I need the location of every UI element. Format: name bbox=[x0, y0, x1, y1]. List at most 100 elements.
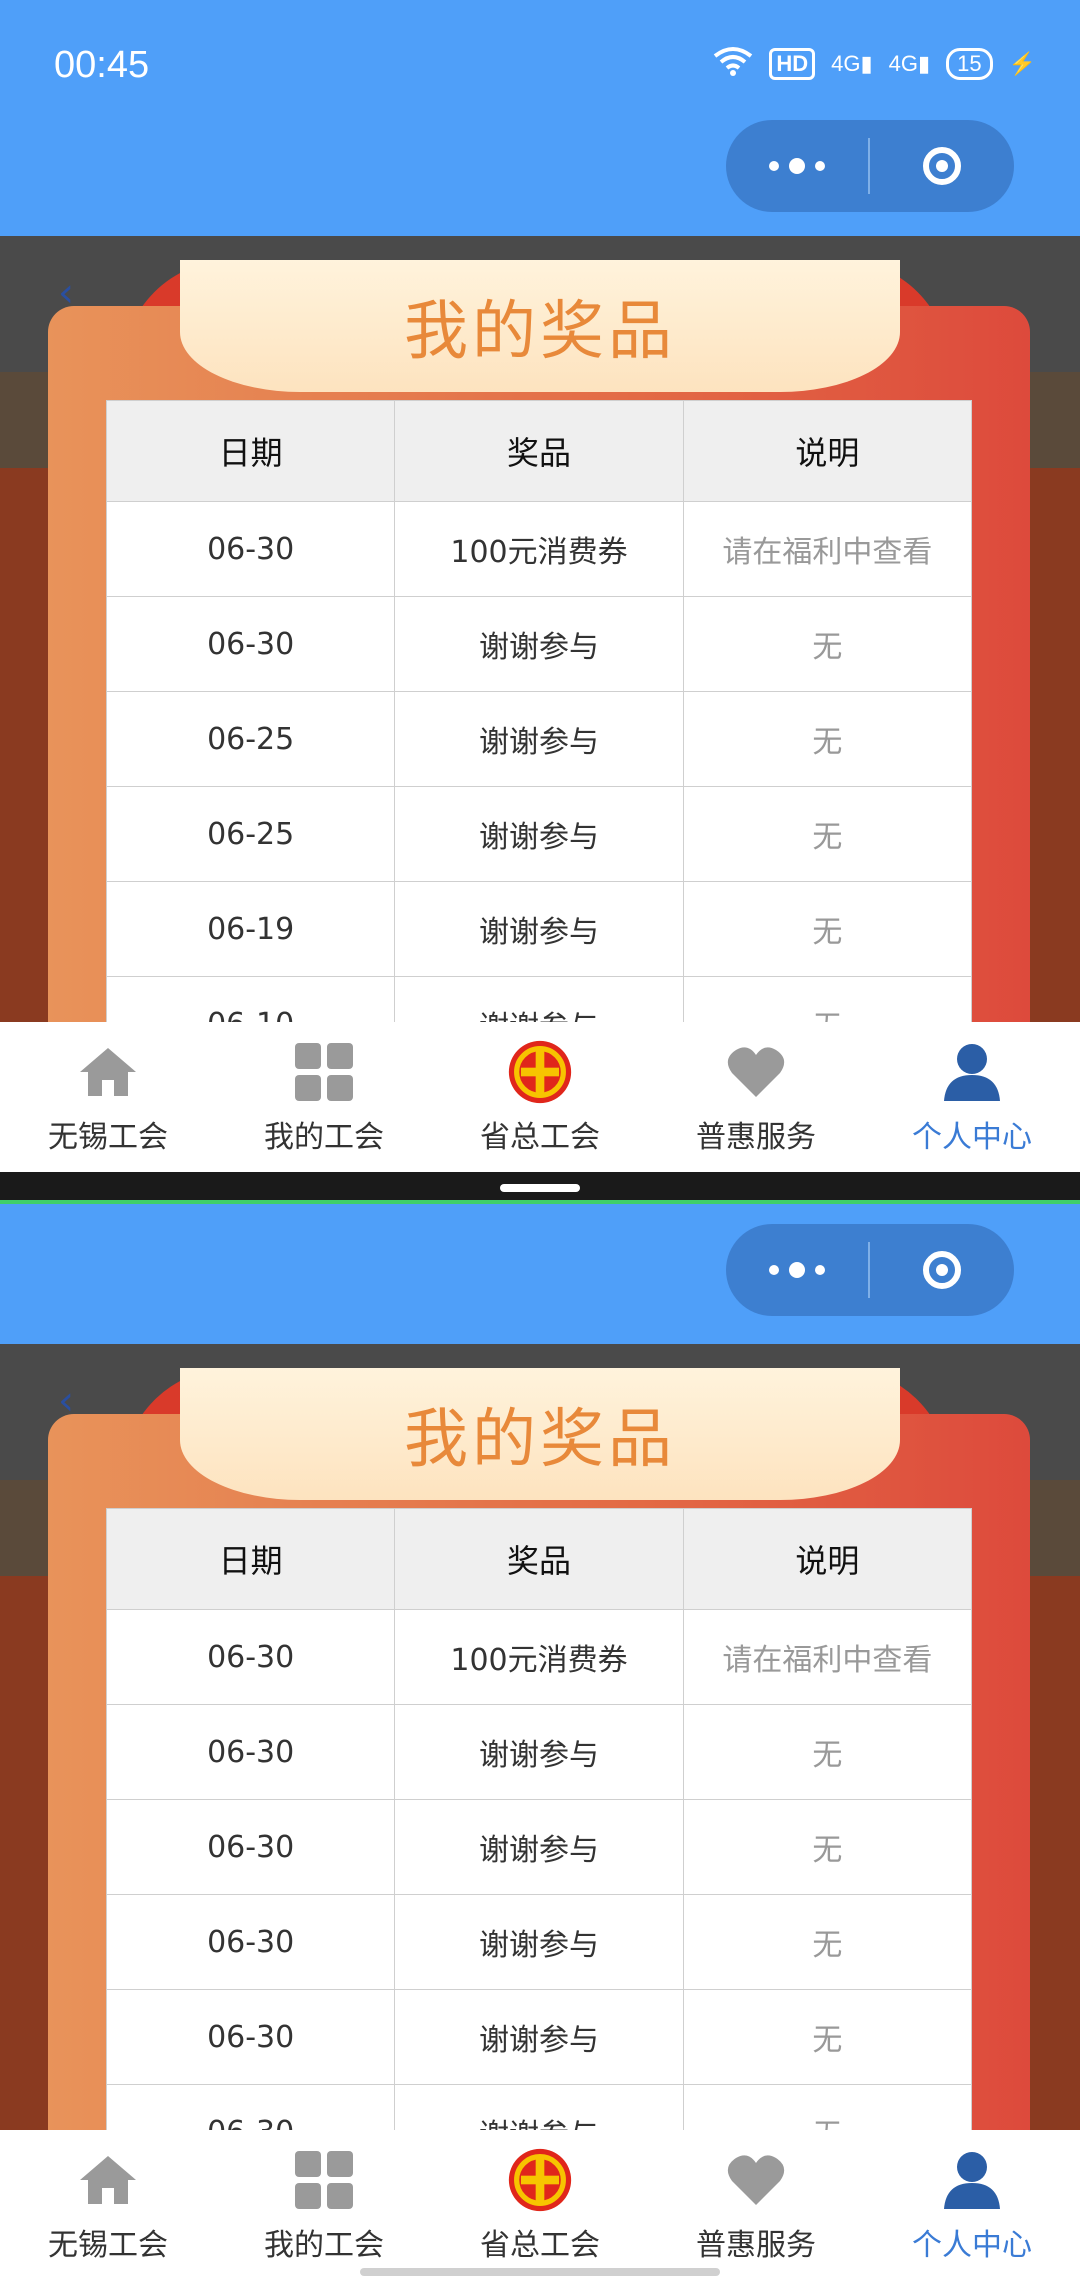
close-miniprogram-button[interactable] bbox=[870, 1224, 1014, 1316]
cell-note: 无 bbox=[682, 1704, 972, 1800]
prize-table: 日期 奖品 说明 06-30 100元消费券 请在福利中查看 06-30 谢谢参… bbox=[106, 400, 972, 1022]
grid-icon bbox=[292, 1040, 356, 1104]
cell-prize: 谢谢参与 bbox=[394, 786, 684, 882]
tab-label: 省总工会 bbox=[480, 2228, 600, 2263]
table-row: 06-30 谢谢参与 无 bbox=[106, 2084, 972, 2130]
column-header-note: 说明 bbox=[682, 400, 972, 502]
table-row: 06-30 谢谢参与 无 bbox=[106, 1894, 972, 1990]
prize-title-banner: 我的奖品 bbox=[180, 1368, 900, 1500]
tab-benefit-services[interactable]: 普惠服务 bbox=[648, 1022, 864, 1172]
cell-note: 无 bbox=[682, 2084, 972, 2130]
more-dot-icon bbox=[789, 158, 805, 174]
tab-personal-center[interactable]: 个人中心 bbox=[864, 1022, 1080, 1172]
cell-note: 请在福利中查看 bbox=[682, 1609, 972, 1705]
signal-icon-1: 4G▮ bbox=[831, 51, 873, 76]
more-dot-icon bbox=[789, 1262, 805, 1278]
cell-prize: 谢谢参与 bbox=[394, 1894, 684, 1990]
cell-prize: 谢谢参与 bbox=[394, 1989, 684, 2085]
table-row: 06-30 谢谢参与 无 bbox=[106, 1989, 972, 2085]
table-row: 06-30 谢谢参与 无 bbox=[106, 596, 972, 692]
cell-note: 无 bbox=[682, 786, 972, 882]
more-button[interactable] bbox=[726, 1224, 868, 1316]
table-row: 06-30 100元消费券 请在福利中查看 bbox=[106, 501, 972, 597]
capsule-menu bbox=[726, 1224, 1014, 1316]
cell-date: 06-30 bbox=[106, 1894, 396, 1990]
cell-note: 无 bbox=[682, 596, 972, 692]
bottom-tab-bar: 无锡工会 我的工会 省总工会 普惠服务 个人中心 bbox=[0, 1022, 1080, 1172]
bottom-tab-bar: 无锡工会 我的工会 省总工会 普惠服务 个人中心 bbox=[0, 2130, 1080, 2280]
home-indicator[interactable] bbox=[360, 2268, 720, 2276]
status-icons: HD 4G▮ 4G▮ 15 ⚡ bbox=[713, 46, 1036, 82]
cell-prize: 谢谢参与 bbox=[394, 1799, 684, 1895]
cell-date: 06-30 bbox=[106, 1799, 396, 1895]
cell-prize: 谢谢参与 bbox=[394, 1704, 684, 1800]
tab-wuxi-union[interactable]: 无锡工会 bbox=[0, 1022, 216, 1172]
mini-program-nav bbox=[0, 1204, 1080, 1344]
cell-prize: 谢谢参与 bbox=[394, 596, 684, 692]
tab-benefit-services[interactable]: 普惠服务 bbox=[648, 2130, 864, 2280]
tab-label: 个人中心 bbox=[912, 1120, 1032, 1155]
home-icon bbox=[76, 1040, 140, 1104]
tab-label: 普惠服务 bbox=[696, 2228, 816, 2263]
table-header-row: 日期 奖品 说明 bbox=[106, 1508, 972, 1610]
capsule-menu bbox=[726, 120, 1014, 212]
more-dot-icon bbox=[815, 161, 825, 171]
battery-icon: 15 bbox=[946, 48, 993, 80]
more-button[interactable] bbox=[726, 120, 868, 212]
tab-wuxi-union[interactable]: 无锡工会 bbox=[0, 2130, 216, 2280]
column-header-date: 日期 bbox=[106, 400, 396, 502]
page-title: 我的奖品 bbox=[404, 1403, 676, 1477]
tab-label: 我的工会 bbox=[264, 1120, 384, 1155]
tab-provincial-union[interactable]: 省总工会 bbox=[432, 2130, 648, 2280]
grid-icon bbox=[292, 2148, 356, 2212]
tab-label: 个人中心 bbox=[912, 2228, 1032, 2263]
close-miniprogram-button[interactable] bbox=[870, 120, 1014, 212]
table-row: 06-30 谢谢参与 无 bbox=[106, 1704, 972, 1800]
tab-label: 普惠服务 bbox=[696, 1120, 816, 1155]
cell-prize: 谢谢参与 bbox=[394, 691, 684, 787]
tab-provincial-union[interactable]: 省总工会 bbox=[432, 1022, 648, 1172]
column-header-note: 说明 bbox=[682, 1508, 972, 1610]
status-time: 00:45 bbox=[54, 44, 150, 86]
heart-icon bbox=[724, 2148, 788, 2212]
hd-badge: HD bbox=[769, 48, 816, 80]
column-header-date: 日期 bbox=[106, 1508, 396, 1610]
mini-program-nav bbox=[0, 120, 1080, 236]
tab-my-union[interactable]: 我的工会 bbox=[216, 1022, 432, 1172]
tab-personal-center[interactable]: 个人中心 bbox=[864, 2130, 1080, 2280]
cell-prize: 100元消费券 bbox=[394, 1609, 684, 1705]
table-row: 06-30 100元消费券 请在福利中查看 bbox=[106, 1609, 972, 1705]
cell-note: 无 bbox=[682, 881, 972, 977]
prize-table: 日期 奖品 说明 06-30 100元消费券 请在福利中查看 06-30 谢谢参… bbox=[106, 1508, 972, 2130]
cell-date: 06-19 bbox=[106, 881, 396, 977]
union-emblem-icon bbox=[508, 1040, 572, 1104]
more-dot-icon bbox=[769, 1265, 779, 1275]
tab-label: 省总工会 bbox=[480, 1120, 600, 1155]
tab-my-union[interactable]: 我的工会 bbox=[216, 2130, 432, 2280]
cell-prize: 谢谢参与 bbox=[394, 976, 684, 1022]
column-header-prize: 奖品 bbox=[394, 400, 684, 502]
cell-date: 06-30 bbox=[106, 596, 396, 692]
cell-prize: 谢谢参与 bbox=[394, 2084, 684, 2130]
table-row: 06-25 谢谢参与 无 bbox=[106, 786, 972, 882]
table-row: 06-25 谢谢参与 无 bbox=[106, 691, 972, 787]
cell-date: 06-30 bbox=[106, 1704, 396, 1800]
cell-note: 请在福利中查看 bbox=[682, 501, 972, 597]
page-title: 我的奖品 bbox=[404, 295, 676, 369]
table-header-row: 日期 奖品 说明 bbox=[106, 400, 972, 502]
cell-note: 无 bbox=[682, 976, 972, 1022]
cell-prize: 谢谢参与 bbox=[394, 881, 684, 977]
table-row: 06-19 谢谢参与 无 bbox=[106, 881, 972, 977]
home-icon bbox=[76, 2148, 140, 2212]
target-icon bbox=[923, 147, 961, 185]
charging-icon: ⚡ bbox=[1008, 51, 1036, 76]
signal-icon-2: 4G▮ bbox=[888, 51, 931, 76]
status-bar: 00:45 HD 4G▮ 4G▮ 15 ⚡ bbox=[0, 0, 1080, 134]
user-icon bbox=[940, 2148, 1004, 2212]
wifi-icon bbox=[713, 46, 753, 82]
union-emblem-icon bbox=[508, 2148, 572, 2212]
tab-label: 无锡工会 bbox=[48, 2228, 168, 2263]
cell-date: 06-30 bbox=[106, 1989, 396, 2085]
tab-label: 无锡工会 bbox=[48, 1120, 168, 1155]
split-drag-handle[interactable] bbox=[500, 1184, 580, 1192]
